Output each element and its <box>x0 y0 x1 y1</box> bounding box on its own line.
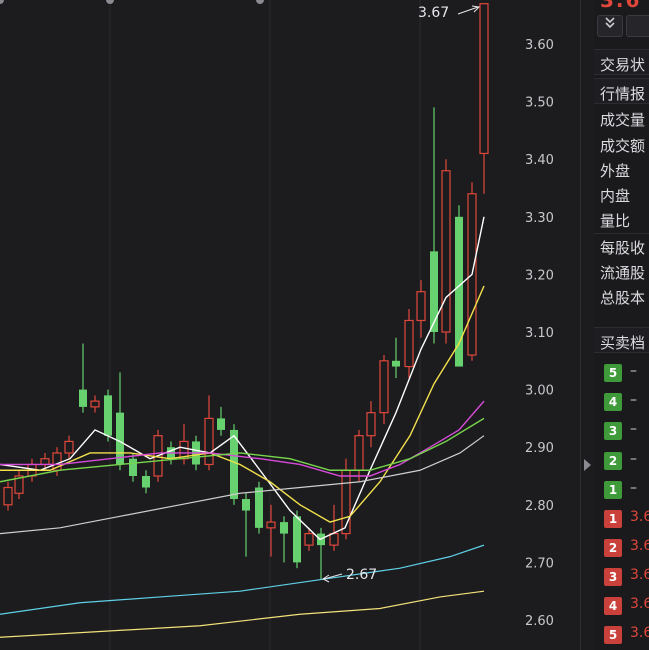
candle-body-down <box>242 499 250 511</box>
ma120-line <box>0 544 485 615</box>
candle-body-down <box>142 476 150 488</box>
collapse-panel-icon[interactable] <box>584 459 591 471</box>
candle-body-up <box>379 360 389 414</box>
scroll-dot <box>256 0 264 4</box>
sell-level-5[interactable]: 5 3.6 <box>594 624 649 648</box>
low-price-marker: 2.67 <box>346 567 377 583</box>
row-volume: 成交量 <box>600 111 646 129</box>
buy-level-1[interactable]: 1– <box>594 479 649 503</box>
y-axis-tick-label: 3.10 <box>525 326 554 341</box>
candle-body-down <box>430 251 438 332</box>
y-axis-tick-label: 3.30 <box>525 211 554 226</box>
row-total-shares: 总股本 <box>600 289 646 307</box>
candlestick-chart[interactable]: 3.60 3.50 3.40 3.30 3.20 3.10 3.00 2.90 2.80 2.70… <box>0 0 580 650</box>
candle-body-up <box>329 532 339 546</box>
row-eps: 每股收 <box>600 239 646 257</box>
high-price-marker: 3.67 <box>418 5 449 21</box>
row-turnover: 成交额 <box>600 137 646 155</box>
y-axis-tick-label: 3.40 <box>525 153 554 168</box>
candle-body-up <box>90 400 100 408</box>
buy-level-4[interactable]: 4– <box>594 391 649 415</box>
double-chevron-down-icon[interactable] <box>597 15 623 37</box>
panel-divider[interactable] <box>580 0 594 650</box>
section-trade-status[interactable]: 交易状 <box>594 49 649 75</box>
panel-toolbar <box>594 15 649 39</box>
ma20-line <box>0 400 485 477</box>
candle-body-up <box>40 458 50 466</box>
candle-body-up <box>404 319 414 368</box>
section-order-book[interactable]: 买卖档 <box>594 327 649 353</box>
candle-body-up <box>204 417 214 466</box>
candle-body-up <box>3 486 13 506</box>
y-axis-tick-label: 3.20 <box>525 268 554 283</box>
buy-level-2[interactable]: 2– <box>594 450 649 474</box>
y-axis-tick-label: 2.90 <box>525 441 554 456</box>
section-quote[interactable]: 行情报 <box>594 78 649 104</box>
y-axis-tick-label: 3.60 <box>525 38 554 53</box>
buy-level-3[interactable]: 3– <box>594 420 649 444</box>
sell-level-1[interactable]: 1 3.6 <box>594 508 649 532</box>
candle-body-down <box>79 389 87 407</box>
quote-side-panel: 3.6 交易状 行情报 成交量 成交额 外盘 内盘 量比 每股收 流通股 总股本… <box>594 0 649 650</box>
candle-body-up <box>366 412 376 437</box>
y-axis-tick-label: 3.00 <box>525 384 554 399</box>
y-axis-tick-label: 3.50 <box>525 96 554 111</box>
candle-body-down <box>104 395 112 436</box>
candle-body-down <box>280 522 288 534</box>
candle-body-down <box>293 516 301 563</box>
ma5-line <box>0 216 485 541</box>
row-outer-volume: 外盘 <box>600 162 631 180</box>
sell-level-4[interactable]: 4 3.6 <box>594 595 649 619</box>
row-float-shares: 流通股 <box>600 264 646 282</box>
candle-body-up <box>304 532 314 546</box>
buy-level-5[interactable]: 5– <box>594 362 649 386</box>
candle-body-up <box>266 521 276 529</box>
row-inner-volume: 内盘 <box>600 187 631 205</box>
ma250-line <box>0 590 485 638</box>
candle-body-down <box>255 487 263 528</box>
candle-body-up <box>354 435 364 471</box>
y-axis-tick-label: 2.60 <box>525 614 554 629</box>
y-axis-tick-label: 2.80 <box>525 499 554 514</box>
panel-tab-button[interactable] <box>626 15 649 37</box>
current-price-partial: 3.6 <box>600 0 642 12</box>
divider <box>594 233 649 234</box>
chart-canvas[interactable]: 3.60 3.50 3.40 3.30 3.20 3.10 3.00 2.90 2.80 2.70… <box>0 0 580 650</box>
candle-body-down <box>392 360 400 367</box>
scroll-dot <box>106 0 114 4</box>
row-volume-ratio: 量比 <box>600 212 631 230</box>
candle-body-up <box>64 440 74 454</box>
candle-body-up <box>441 170 451 333</box>
y-axis-tick-label: 2.70 <box>525 556 554 571</box>
candle-body-down <box>129 458 137 476</box>
candle-body-up <box>479 3 489 155</box>
scroll-dot <box>0 0 4 4</box>
candle-body-up <box>416 291 426 322</box>
sell-level-3[interactable]: 3 3.6 <box>594 566 649 590</box>
candle-body-down <box>217 418 225 430</box>
sell-level-2[interactable]: 2 3.6 <box>594 537 649 561</box>
